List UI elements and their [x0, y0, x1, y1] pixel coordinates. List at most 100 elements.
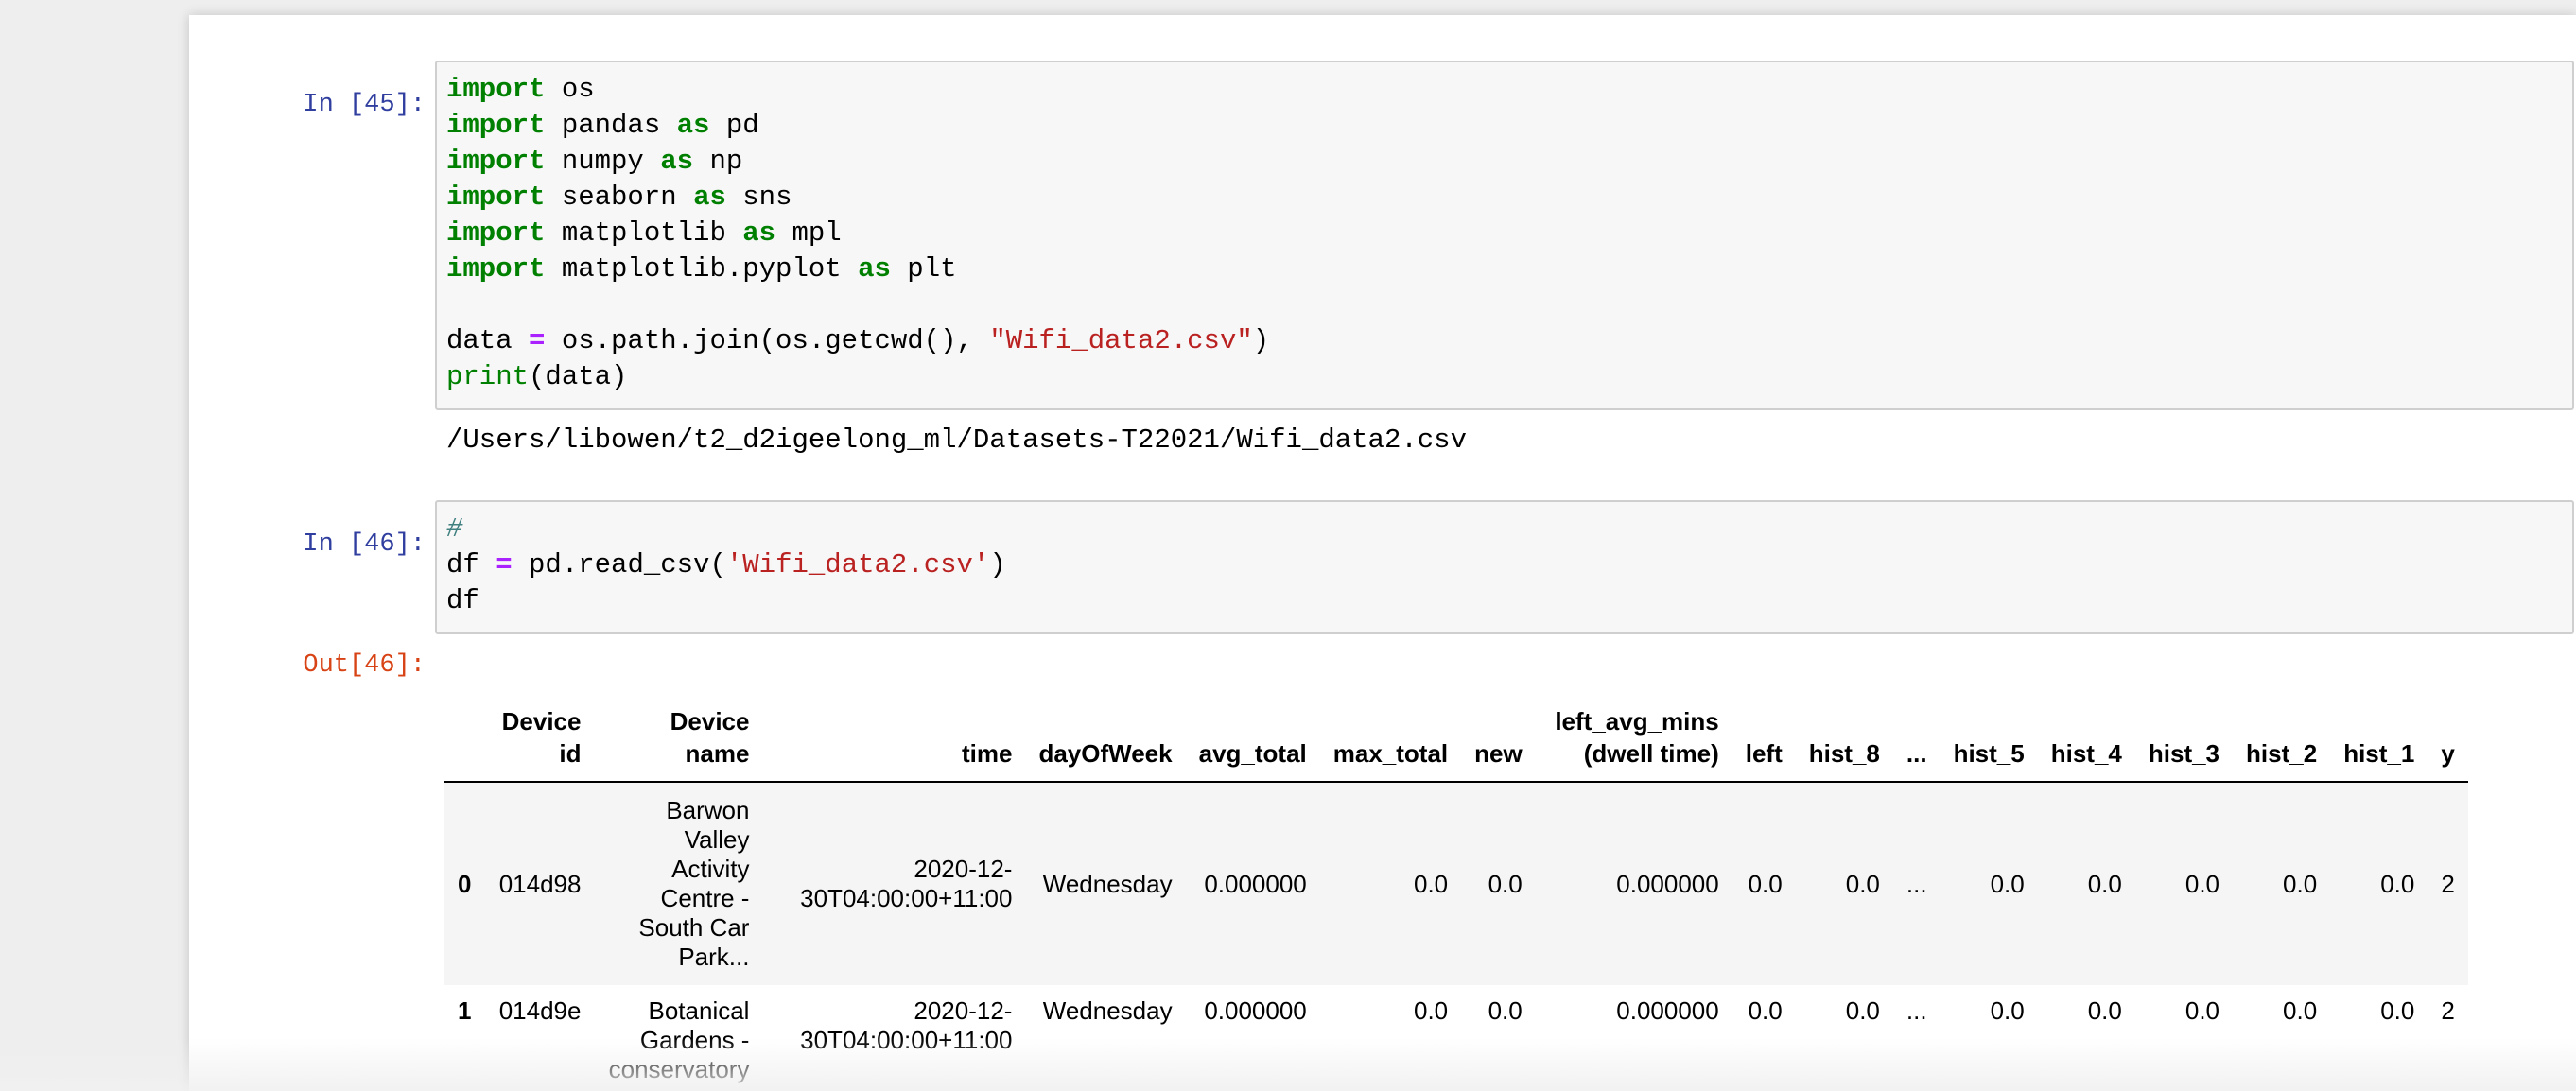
code-line: import os — [446, 72, 2563, 108]
code-line: data = os.path.join(os.getcwd(), "Wifi_d… — [446, 323, 2563, 359]
code-token: import — [446, 74, 546, 105]
cell-device-name: Botanical Gardens - conservatory entranc… — [608, 996, 750, 1091]
cell-left: 0.0 — [1748, 869, 1783, 898]
code-token: as — [742, 217, 776, 249]
code-token: as — [858, 253, 891, 285]
cell-hist-5: 0.0 — [1990, 996, 2025, 1025]
cell-hist-5: 0.0 — [1990, 869, 2025, 898]
code-token: import — [446, 182, 546, 213]
code-token: ) — [1252, 325, 1270, 356]
col-header-avg-total: avg_total — [1198, 739, 1307, 768]
cell-time: 2020-12-30T04:00:00+11:00 — [800, 855, 1013, 912]
code-token: numpy — [545, 146, 661, 177]
code-token: (data) — [529, 361, 628, 392]
cell-hist-8: 0.0 — [1845, 869, 1880, 898]
code-token: # — [446, 513, 463, 545]
cell-2-out-prompt: Out[46]: — [303, 651, 426, 680]
code-line: import seaborn as sns — [446, 180, 2563, 216]
cell-2-in-prompt: In [46]: — [303, 530, 426, 559]
cell-avg-total: 0.000000 — [1204, 996, 1307, 1025]
cell-left: 0.0 — [1748, 996, 1783, 1025]
code-token: as — [676, 110, 710, 141]
cell-hist-4: 0.0 — [2087, 996, 2122, 1025]
col-header-dayofweek: dayOfWeek — [1038, 739, 1173, 768]
cell-new: 0.0 — [1488, 869, 1523, 898]
code-token: print — [446, 361, 530, 392]
code-token: seaborn — [545, 182, 694, 213]
col-header-hist-8: hist_8 — [1808, 739, 1880, 768]
cell-dayofweek: Wednesday — [1042, 996, 1173, 1025]
code-line: import matplotlib.pyplot as plt — [446, 251, 2563, 287]
cell-left-avg-mins: 0.000000 — [1616, 996, 1719, 1025]
col-header-device-name: Device name — [670, 707, 750, 768]
col-header-max-total: max_total — [1332, 739, 1449, 768]
cell-hist-1: 0.0 — [2380, 869, 2415, 898]
cell-1-stdout: /Users/libowen/t2_d2igeelong_ml/Datasets… — [446, 424, 1467, 456]
cell-y: 2 — [2441, 996, 2455, 1025]
row-index: 0 — [458, 869, 472, 898]
cell-1-code[interactable]: import os import pandas as pd import numpy… — [437, 62, 2572, 405]
cell-device-name: Barwon Valley Activity Centre - South Ca… — [638, 796, 750, 971]
col-header-hist-2: hist_2 — [2246, 739, 2318, 768]
code-token: "Wifi_data2.csv" — [989, 325, 1253, 356]
cell-hist-3: 0.0 — [2184, 869, 2220, 898]
code-token: pandas — [545, 110, 677, 141]
cell-left-avg-mins: 0.000000 — [1616, 869, 1719, 898]
code-token: mpl — [775, 217, 842, 249]
table-row: 1 014d9e Botanical Gardens - conservator… — [444, 985, 2468, 1091]
cell-1-code-input[interactable]: import os import pandas as pd import numpy… — [435, 61, 2574, 410]
code-line: # — [446, 511, 2563, 547]
cell-hist-2: 0.0 — [2283, 869, 2318, 898]
cell-1-in-prompt: In [45]: — [303, 91, 426, 119]
code-token: as — [660, 146, 694, 177]
cell-device-id: 014d98 — [498, 869, 582, 898]
row-index: 1 — [458, 996, 472, 1025]
code-token: = — [496, 549, 513, 580]
code-token: 'Wifi_data2.csv' — [725, 549, 990, 580]
col-header-device-id: Device id — [501, 707, 582, 768]
dataframe-table: Device id Device name time dayOfWeek avg… — [444, 677, 2468, 1091]
cell-max-total: 0.0 — [1414, 869, 1449, 898]
cell-2-code-input[interactable]: # df = pd.read_csv('Wifi_data2.csv') df — [435, 500, 2574, 634]
code-token: os.path.join(os.getcwd(), — [545, 325, 990, 356]
code-line: import pandas as pd — [446, 108, 2563, 144]
cell-hist-8: 0.0 — [1845, 996, 1880, 1025]
cell-max-total: 0.0 — [1414, 996, 1449, 1025]
code-line: df — [446, 583, 2563, 619]
cell-hist-1: 0.0 — [2380, 996, 2415, 1025]
code-token: = — [529, 325, 546, 356]
code-token: ) — [989, 549, 1006, 580]
table-row: 0 014d98 Barwon Valley Activity Centre -… — [444, 782, 2468, 985]
code-token: df — [446, 549, 496, 580]
code-token: import — [446, 253, 546, 285]
cell-y: 2 — [2441, 869, 2455, 898]
col-header-hist-3: hist_3 — [2148, 739, 2220, 768]
code-token: np — [693, 146, 743, 177]
col-header-ellipsis: ... — [1906, 739, 1927, 768]
code-line: print(data) — [446, 359, 2563, 395]
cell-2-code[interactable]: # df = pd.read_csv('Wifi_data2.csv') df — [437, 502, 2572, 629]
col-header-left: left — [1745, 739, 1783, 768]
code-token: df — [446, 585, 479, 616]
cell-time: 2020-12-30T04:00:00+11:00 — [800, 996, 1013, 1054]
code-token: data — [446, 325, 530, 356]
cell-hist-2: 0.0 — [2283, 996, 2318, 1025]
code-line: import matplotlib as mpl — [446, 216, 2563, 251]
col-header-new: new — [1474, 739, 1523, 768]
code-token: pd — [709, 110, 759, 141]
code-token: os — [545, 74, 595, 105]
cell-hist-4: 0.0 — [2087, 869, 2122, 898]
dataframe-header-row: Device id Device name time dayOfWeek avg… — [444, 677, 2468, 782]
col-header-y: y — [2441, 739, 2455, 768]
cell-ellipsis: ... — [1906, 996, 1927, 1025]
code-token: as — [693, 182, 726, 213]
code-token: import — [446, 217, 546, 249]
cell-dayofweek: Wednesday — [1042, 869, 1173, 898]
code-token: matplotlib.pyplot — [545, 253, 859, 285]
cell-avg-total: 0.000000 — [1204, 869, 1307, 898]
code-token: matplotlib — [545, 217, 743, 249]
code-token: sns — [725, 182, 792, 213]
code-line: df = pd.read_csv('Wifi_data2.csv') — [446, 547, 2563, 583]
cell-hist-3: 0.0 — [2184, 996, 2220, 1025]
